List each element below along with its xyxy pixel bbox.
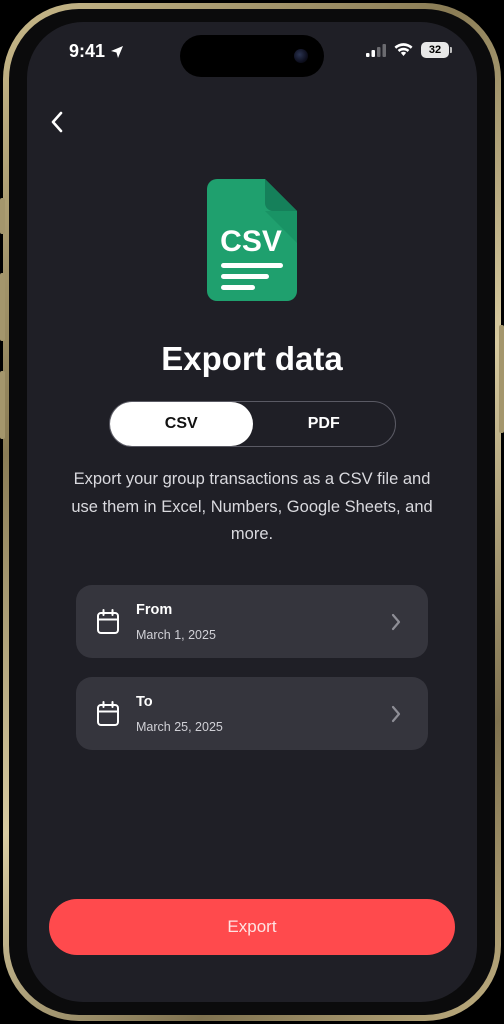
csv-file-icon: CSV: [207, 179, 297, 301]
format-option-csv[interactable]: CSV: [110, 402, 253, 446]
date-to-label: To: [136, 694, 153, 710]
dynamic-island: [180, 35, 324, 77]
volume-down-button: [0, 371, 5, 439]
format-toggle: CSV PDF: [109, 401, 396, 447]
date-to-value: March 25, 2025: [136, 720, 223, 734]
date-to-row[interactable]: To March 25, 2025: [76, 677, 428, 750]
chevron-right-icon: [391, 705, 401, 723]
back-button[interactable]: [41, 106, 73, 138]
status-bar: 9:41 32: [27, 22, 477, 82]
battery-icon: 32: [421, 42, 452, 58]
battery-level: 32: [428, 44, 442, 56]
date-from-value: March 1, 2025: [136, 628, 216, 642]
date-from-row[interactable]: From March 1, 2025: [76, 585, 428, 658]
volume-up-button: [0, 273, 5, 341]
export-description: Export your group transactions as a CSV …: [71, 470, 433, 543]
format-option-pdf[interactable]: PDF: [253, 402, 396, 446]
status-indicators: 32: [366, 42, 452, 58]
csv-file-label: CSV: [220, 225, 282, 258]
date-from-label: From: [136, 602, 173, 618]
page-title: Export data: [161, 340, 343, 377]
camera-icon: [294, 49, 308, 63]
time-text: 9:41: [69, 41, 106, 61]
location-arrow-icon: [111, 45, 124, 58]
wifi-icon: [394, 43, 413, 56]
chevron-right-icon: [391, 613, 401, 631]
calendar-icon: [97, 609, 119, 634]
calendar-icon: [97, 701, 119, 726]
app-screen: 9:41 32 CSV Export data CSV PDF Export y…: [27, 22, 477, 1002]
chevron-left-icon: [51, 111, 63, 133]
export-button[interactable]: Export: [49, 899, 455, 955]
status-time: 9:41: [69, 41, 124, 62]
cellular-signal-icon: [366, 43, 386, 57]
action-button: [0, 198, 5, 234]
power-button: [499, 325, 504, 433]
